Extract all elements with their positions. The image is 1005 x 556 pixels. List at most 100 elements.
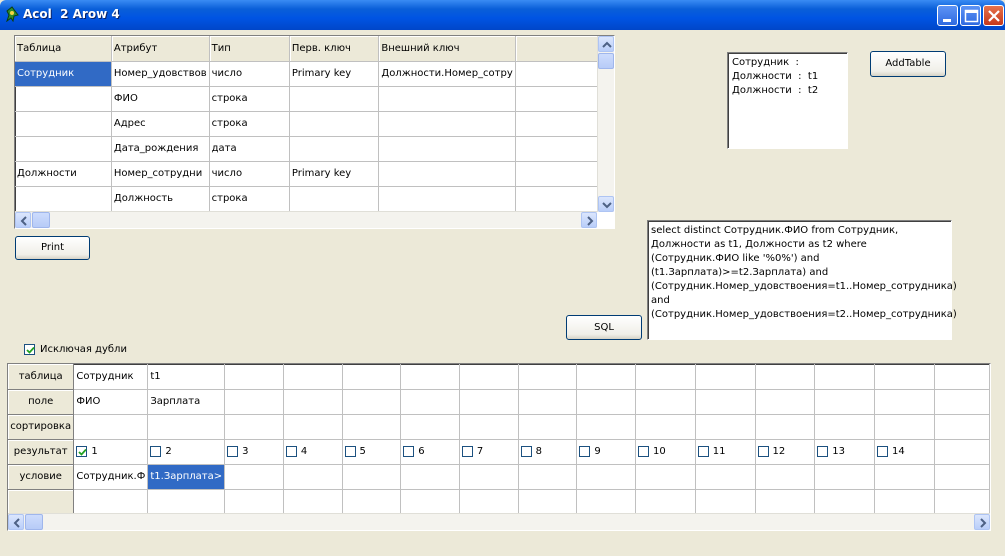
scroll-down-button[interactable] [598,196,614,212]
query-cell[interactable] [283,489,343,515]
query-cell[interactable] [814,489,875,515]
scroll-up-button[interactable] [598,36,614,52]
header-primary-key[interactable]: Перв. ключ [289,36,380,62]
query-cell[interactable] [576,364,637,390]
query-cell[interactable] [874,364,935,390]
query-cell[interactable] [755,364,816,390]
query-cell[interactable] [874,414,935,440]
schema-cell[interactable] [15,186,112,212]
result-checkbox-option[interactable]: 9 [579,445,601,457]
query-cell[interactable] [695,414,756,440]
query-cell[interactable] [400,464,460,490]
query-cell[interactable]: Сотрудник.Ф [73,464,149,490]
query-cell[interactable] [342,464,402,490]
scroll-left-button[interactable] [15,212,31,228]
query-cell[interactable] [874,389,935,415]
query-cell[interactable] [283,389,343,415]
query-cell[interactable] [635,464,696,490]
schema-cell[interactable] [378,161,516,187]
schema-cell[interactable]: Дата_рождения [111,136,210,162]
query-grid[interactable]: таблица Сотрудник t1 поле ФИО Зарплата сортиро… [7,363,991,531]
query-cell[interactable]: 2 [147,439,226,465]
schema-cell[interactable] [15,86,112,112]
schema-cell[interactable]: Адрес [111,111,210,137]
result-checkbox-option[interactable]: 14 [876,445,905,457]
query-cell[interactable]: 7 [459,439,519,465]
result-checkbox[interactable] [461,445,473,457]
query-cell[interactable]: 12 [755,439,816,465]
schema-cell[interactable]: Primary key [289,61,380,87]
query-cell[interactable] [342,414,402,440]
schema-cell[interactable] [289,186,380,212]
query-cell[interactable] [695,389,756,415]
query-cell[interactable]: 13 [814,439,875,465]
result-checkbox-option[interactable]: 7 [461,445,483,457]
query-cell[interactable] [814,389,875,415]
tables-listbox[interactable]: Сотрудник : Должности : t1 Должности : t… [727,52,848,149]
query-cell[interactable] [874,464,935,490]
query-cell[interactable] [755,389,816,415]
query-cell[interactable] [814,464,875,490]
query-cell[interactable]: 14 [874,439,935,465]
close-button[interactable] [983,5,1004,26]
query-cell[interactable] [73,414,149,440]
tables-list-item[interactable]: Должности : t1 [732,70,843,84]
result-checkbox[interactable] [403,445,415,457]
query-cell[interactable]: Зарплата [147,389,226,415]
query-cell[interactable]: ФИО [73,389,149,415]
result-checkbox-option[interactable]: 5 [344,445,366,457]
sql-button[interactable]: SQL [566,315,642,340]
schema-cell[interactable] [378,136,516,162]
schema-cell[interactable]: число [209,161,290,187]
result-checkbox[interactable] [817,445,829,457]
schema-cell[interactable]: Должность [111,186,210,212]
query-cell[interactable]: 5 [342,439,402,465]
query-cell[interactable]: t1.Зарплата> [147,464,226,490]
result-checkbox[interactable] [76,445,88,457]
query-cell[interactable]: 4 [283,439,343,465]
query-hscrollbar[interactable] [8,513,990,530]
query-cell[interactable] [400,489,460,515]
query-cell[interactable] [283,414,343,440]
schema-cell[interactable]: строка [209,111,290,137]
query-cell[interactable] [459,364,519,390]
schema-cell[interactable]: число [209,61,290,87]
query-cell[interactable] [147,414,226,440]
scroll-right-button[interactable] [581,212,597,228]
query-cell[interactable] [814,414,875,440]
query-cell[interactable] [283,364,343,390]
print-button[interactable]: Print [15,236,90,260]
minimize-button[interactable] [937,5,958,26]
query-cell[interactable] [73,489,149,515]
query-cell[interactable] [147,489,226,515]
header-type[interactable]: Тип [209,36,290,62]
schema-cell[interactable]: строка [209,86,290,112]
query-cell[interactable] [342,389,402,415]
header-attribute[interactable]: Атрибут [111,36,210,62]
result-checkbox-option[interactable]: 11 [697,445,726,457]
schema-cell[interactable] [378,111,516,137]
query-cell[interactable] [874,489,935,515]
query-cell[interactable]: 11 [695,439,756,465]
result-checkbox[interactable] [579,445,591,457]
schema-cell[interactable]: строка [209,186,290,212]
schema-cell[interactable] [289,136,380,162]
query-cell[interactable] [459,414,519,440]
query-cell[interactable] [459,489,519,515]
query-cell[interactable] [400,389,460,415]
result-checkbox[interactable] [150,445,162,457]
result-checkbox-option[interactable]: 4 [285,445,307,457]
query-cell[interactable] [400,364,460,390]
query-cell[interactable] [518,464,578,490]
query-cell[interactable] [934,364,990,390]
query-cell[interactable] [635,414,696,440]
query-cell[interactable] [635,489,696,515]
schema-cell[interactable]: Сотрудник [15,61,112,87]
schema-cell[interactable]: Номер_удовствов [111,61,210,87]
scroll-right-button[interactable] [974,514,990,530]
result-checkbox[interactable] [757,445,769,457]
schema-cell[interactable] [289,111,380,137]
result-checkbox-option[interactable]: 10 [638,445,666,457]
scroll-thumb[interactable] [598,53,614,69]
query-cell[interactable] [400,414,460,440]
